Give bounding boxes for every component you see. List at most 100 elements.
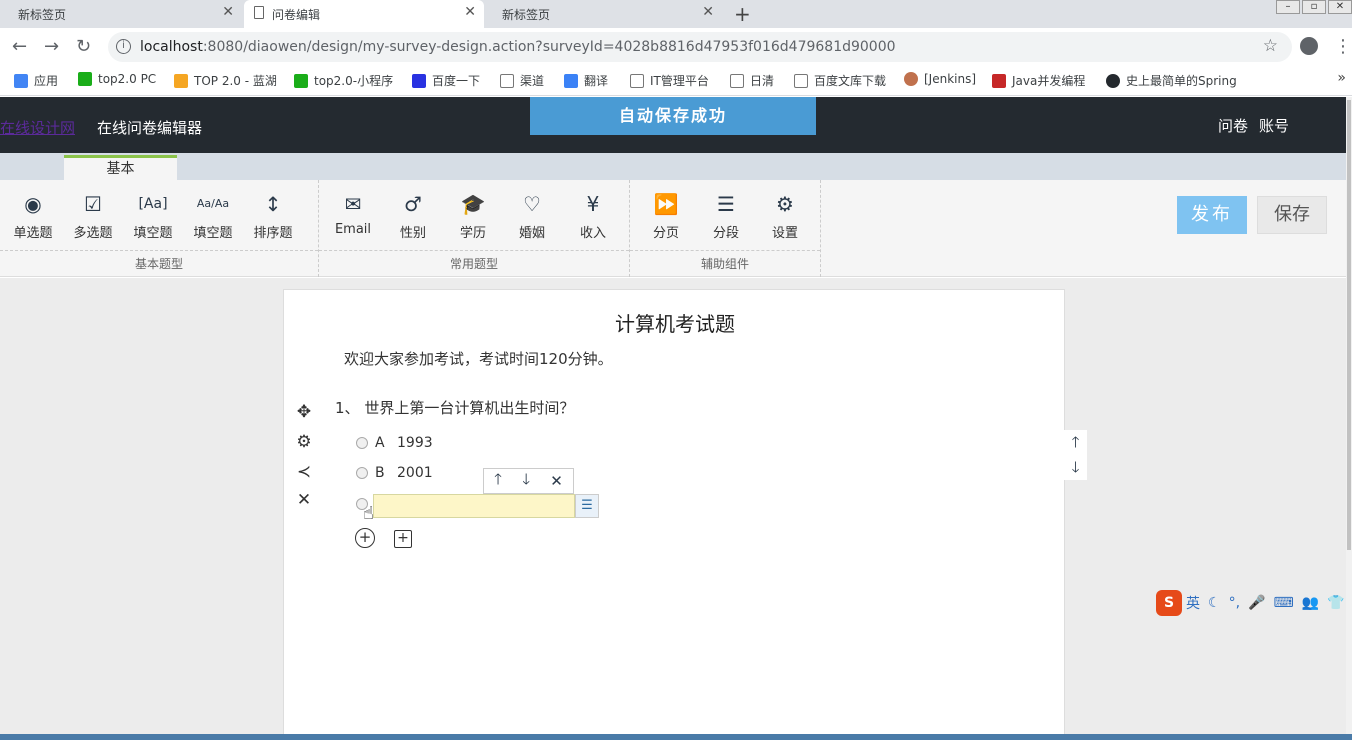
survey-title[interactable]: 计算机考试题	[284, 308, 1066, 337]
back-icon[interactable]: ←	[12, 36, 27, 57]
tool-page-break[interactable]: ⏩ 分页	[639, 190, 693, 241]
close-icon[interactable]: ✕	[550, 472, 563, 490]
forward-icon[interactable]: →	[44, 36, 59, 57]
move-down-icon[interactable]: 🡓	[1064, 455, 1087, 480]
tool-settings[interactable]: ⚙ 设置	[758, 190, 812, 241]
arrow-down-icon[interactable]: 🡓	[522, 469, 530, 494]
group-helpers: ⏩ 分页 ☰ 分段 ⚙ 设置 辅助组件	[630, 180, 821, 277]
bookmark-item[interactable]: TOP 2.0 - 蓝湖	[174, 72, 277, 89]
browser-tab-1[interactable]: 新标签页 ✕	[0, 0, 242, 28]
survey-description[interactable]: 欢迎大家参加考试，考试时间120分钟。	[344, 348, 613, 369]
close-icon[interactable]: ✕	[702, 4, 714, 20]
tab-label: 问卷编辑	[272, 8, 321, 22]
bookmark-item[interactable]: [Jenkins]	[904, 72, 976, 86]
punctuation-icon[interactable]: °,	[1229, 595, 1240, 611]
browser-tab-2[interactable]: 问卷编辑 ✕	[244, 0, 484, 28]
paragraph-icon: ☰	[717, 192, 735, 216]
bookmark-item[interactable]: 史上最简单的Spring	[1106, 72, 1237, 89]
option-b[interactable]: B 2001	[356, 465, 433, 481]
tool-sort[interactable]: ↕ 排序题	[246, 190, 300, 241]
bookmark-item[interactable]: 日清	[730, 72, 774, 89]
tool-income[interactable]: ¥ 收入	[566, 190, 620, 241]
tool-single-choice[interactable]: ◉ 单选题	[6, 190, 60, 241]
yen-icon: ¥	[586, 192, 600, 216]
skin-icon[interactable]: 👕	[1327, 595, 1344, 611]
bookmark-item[interactable]: Java并发编程	[992, 72, 1085, 89]
tool-multi-choice[interactable]: ☑ 多选题	[66, 190, 120, 241]
radio-icon: ◉	[24, 192, 42, 216]
logo-link[interactable]: 在线设计网	[0, 117, 75, 138]
tool-multi-fill-blank[interactable]: Aa/Aa 填空题	[186, 190, 240, 241]
option-text-input[interactable]	[373, 494, 575, 518]
info-icon[interactable]: i	[116, 39, 131, 54]
tool-paragraph[interactable]: ☰ 分段	[699, 190, 753, 241]
browser-tab-3[interactable]: 新标签页 ✕	[484, 0, 722, 28]
delete-icon[interactable]: ✕	[294, 490, 314, 510]
more-bookmarks-icon[interactable]: »	[1337, 70, 1346, 86]
bookmark-item[interactable]: 渠道	[500, 72, 544, 89]
close-icon[interactable]: ✕	[464, 4, 476, 20]
maximize-icon[interactable]: ▫	[1302, 0, 1326, 14]
ime-toolbar: S 英 ☾ °, 🎤 ⌨ 👥 👕	[1156, 588, 1352, 618]
user-icon[interactable]: 👥	[1302, 595, 1319, 611]
radio-button[interactable]	[356, 437, 368, 449]
minimize-icon[interactable]: –	[1276, 0, 1300, 14]
bookmark-item[interactable]: 翻译	[564, 72, 608, 89]
bookmark-item[interactable]: top2.0 PC	[78, 72, 156, 86]
new-tab-icon[interactable]: +	[734, 2, 751, 26]
bookmark-icon	[78, 72, 92, 86]
bookmark-item[interactable]: 百度文库下载	[794, 72, 886, 89]
group-label: 基本题型	[0, 250, 318, 277]
tool-marriage[interactable]: ♡ 婚姻	[505, 190, 559, 241]
save-button[interactable]: 保存	[1257, 196, 1327, 234]
url-omnibox[interactable]: i localhost:8080/diaowen/design/my-surve…	[108, 32, 1292, 62]
apps-icon	[14, 73, 28, 88]
settings-doc-icon: ⚙	[776, 192, 794, 216]
option-text[interactable]: 2001	[397, 465, 433, 481]
page-icon	[254, 6, 264, 19]
question-title[interactable]: 1、 世界上第一台计算机出生时间？	[335, 397, 574, 418]
radio-button[interactable]	[356, 467, 368, 479]
reload-icon[interactable]: ↻	[76, 36, 91, 57]
bookmark-star-icon[interactable]: ☆	[1263, 36, 1278, 56]
scrollbar-thumb[interactable]	[1347, 100, 1351, 550]
bookmark-item[interactable]: IT管理平台	[630, 72, 709, 89]
bookmark-item[interactable]: 应用	[14, 72, 58, 89]
gear-icon[interactable]: ⚙	[294, 432, 314, 452]
page-icon	[500, 73, 514, 88]
bookmark-item[interactable]: 百度一下	[412, 72, 480, 89]
app-header: 在线设计网 在线问卷编辑器 自动保存成功 问卷 账号	[0, 97, 1352, 153]
option-text[interactable]: 1993	[397, 435, 433, 451]
menu-survey[interactable]: 问卷	[1218, 115, 1248, 136]
browser-menu-icon[interactable]: ⋮	[1334, 36, 1352, 57]
arrow-up-icon[interactable]: 🡑	[494, 469, 502, 494]
close-icon[interactable]: ✕	[222, 4, 234, 20]
bookmark-item[interactable]: top2.0-小程序	[294, 72, 393, 89]
add-option-icon[interactable]: +	[355, 528, 375, 548]
close-window-icon[interactable]: ✕	[1328, 0, 1352, 14]
logic-icon[interactable]: ≺	[294, 462, 314, 482]
move-up-icon[interactable]: 🡑	[1064, 430, 1087, 455]
publish-button[interactable]: 发布	[1177, 196, 1247, 234]
os-taskbar	[0, 734, 1352, 740]
tool-email[interactable]: ✉ Email	[326, 190, 380, 237]
option-a[interactable]: A 1993	[356, 435, 433, 451]
tool-gender[interactable]: ♂ 性别	[386, 190, 440, 241]
move-icon[interactable]: ✥	[294, 402, 314, 422]
jenkins-icon	[904, 72, 918, 86]
email-icon: ✉	[344, 192, 362, 216]
keyboard-icon[interactable]: ⌨	[1273, 595, 1293, 611]
menu-account[interactable]: 账号	[1259, 115, 1289, 136]
moon-icon[interactable]: ☾	[1208, 595, 1221, 611]
ime-lang[interactable]: 英	[1186, 593, 1200, 613]
list-icon[interactable]: ☰	[575, 494, 599, 518]
tool-education[interactable]: 🎓 学历	[446, 190, 500, 241]
tab-basic[interactable]: 基本	[64, 155, 177, 180]
tool-fill-blank[interactable]: [Aa] 填空题	[126, 190, 180, 241]
microphone-icon[interactable]: 🎤	[1248, 595, 1265, 611]
sogou-logo-icon[interactable]: S	[1156, 590, 1182, 616]
url-text[interactable]: localhost:8080/diaowen/design/my-survey-…	[140, 39, 896, 55]
group-label: 辅助组件	[630, 250, 820, 277]
profile-icon[interactable]	[1300, 37, 1318, 55]
add-batch-options-icon[interactable]: +	[394, 530, 412, 548]
